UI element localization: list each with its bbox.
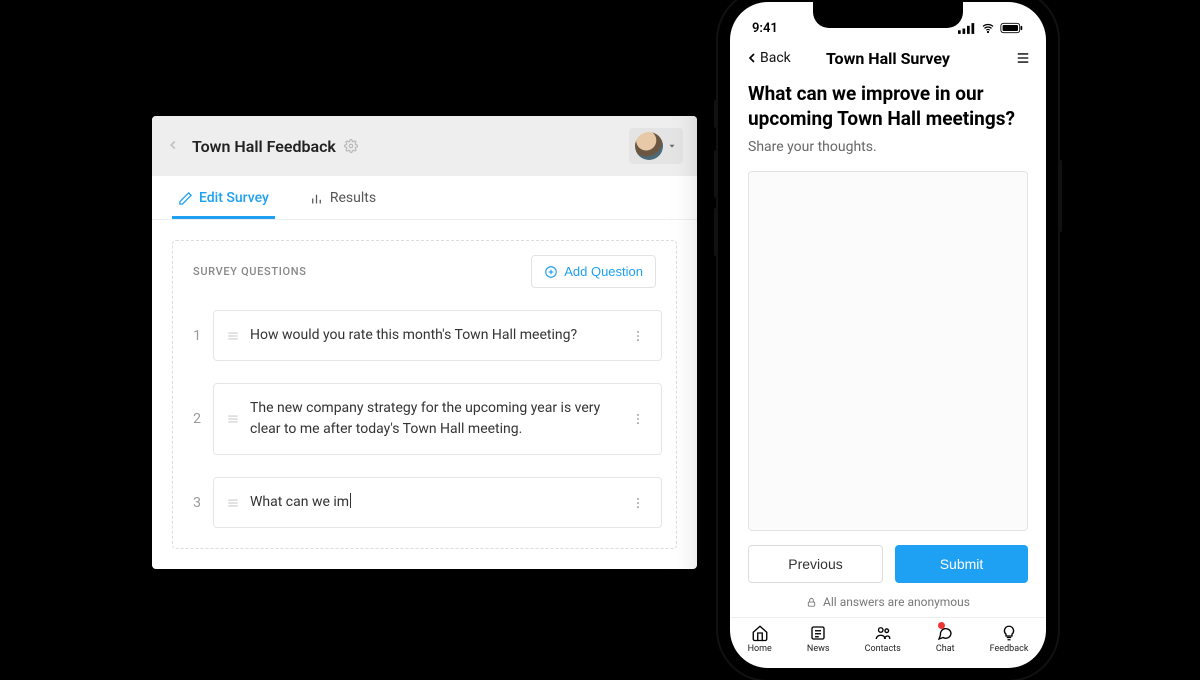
more-vertical-icon[interactable]: [625, 495, 651, 511]
phone-notch: [813, 2, 963, 28]
tab-contacts[interactable]: Contacts: [865, 624, 901, 654]
drag-handle-icon[interactable]: [226, 412, 240, 426]
page-title: Town Hall Feedback: [192, 137, 336, 156]
battery-icon: [1000, 22, 1024, 34]
question-row: 3 What can we im: [187, 477, 662, 528]
phone-side-button: [1058, 160, 1062, 232]
hamburger-icon[interactable]: [1014, 51, 1032, 65]
signal-icon: [958, 23, 976, 34]
tab-label: Feedback: [990, 644, 1029, 654]
tab-label: Edit Survey: [199, 190, 269, 206]
more-vertical-icon[interactable]: [625, 328, 651, 344]
anonymous-note: All answers are anonymous: [748, 595, 1028, 609]
submit-label: Submit: [940, 556, 984, 572]
answer-textarea[interactable]: [748, 171, 1028, 531]
avatar: [635, 132, 663, 160]
contacts-icon: [874, 624, 892, 642]
phone-nav: Back Town Hall Survey: [730, 42, 1046, 78]
survey-hint: Share your thoughts.: [748, 139, 1028, 155]
tab-edit-survey[interactable]: Edit Survey: [172, 176, 275, 219]
chevron-left-icon[interactable]: [166, 138, 182, 154]
drag-handle-icon[interactable]: [226, 329, 240, 343]
submit-button[interactable]: Submit: [895, 545, 1028, 583]
wifi-icon: [980, 22, 996, 34]
tab-label: Results: [330, 190, 376, 206]
previous-button[interactable]: Previous: [748, 545, 883, 583]
question-number: 2: [187, 411, 201, 427]
phone-side-button: [714, 150, 718, 198]
question-number: 1: [187, 328, 201, 344]
add-question-label: Add Question: [564, 264, 643, 279]
phone-screen: 9:41 Back Town Hall Survey: [730, 2, 1046, 668]
tab-home[interactable]: Home: [748, 624, 772, 654]
question-number: 3: [187, 495, 201, 511]
tab-label: Chat: [936, 644, 955, 654]
section-title: SURVEY QUESTIONS: [193, 265, 307, 278]
question-text: The new company strategy for the upcomin…: [250, 398, 625, 440]
tab-label: Home: [748, 644, 772, 654]
back-label: Back: [760, 50, 791, 66]
feedback-icon: [1000, 624, 1018, 642]
phone-content: What can we improve in our upcoming Town…: [730, 78, 1046, 617]
tab-label: News: [807, 644, 830, 654]
question-row: 2 The new company strategy for the upcom…: [187, 383, 662, 455]
question-row: 1 How would you rate this month's Town H…: [187, 310, 662, 361]
more-vertical-icon[interactable]: [625, 411, 651, 427]
survey-question: What can we improve in our upcoming Town…: [748, 82, 1028, 131]
notification-badge: [938, 622, 945, 629]
question-card[interactable]: The new company strategy for the upcomin…: [213, 383, 662, 455]
add-question-button[interactable]: Add Question: [531, 255, 656, 288]
survey-editor-panel: Town Hall Feedback Edit Survey Results: [152, 116, 697, 569]
editor-header: Town Hall Feedback: [152, 116, 697, 176]
news-icon: [809, 624, 827, 642]
user-menu[interactable]: [629, 128, 683, 164]
pencil-icon: [178, 191, 193, 206]
back-button[interactable]: Back: [744, 50, 791, 66]
question-text: What can we im: [250, 492, 625, 513]
phone-side-button: [714, 208, 718, 256]
tab-results[interactable]: Results: [303, 176, 382, 219]
questions-container: SURVEY QUESTIONS Add Question 1 How woul…: [172, 240, 677, 549]
tab-label: Contacts: [865, 644, 901, 654]
tab-bar: Edit Survey Results: [152, 176, 697, 220]
gear-icon[interactable]: [344, 139, 358, 153]
plus-circle-icon: [544, 265, 558, 279]
tab-news[interactable]: News: [807, 624, 830, 654]
drag-handle-icon[interactable]: [226, 496, 240, 510]
question-card[interactable]: How would you rate this month's Town Hal…: [213, 310, 662, 361]
anonymous-text: All answers are anonymous: [823, 595, 970, 609]
phone-side-button: [714, 100, 718, 128]
phone-tabbar: Home News Contacts Chat: [730, 617, 1046, 668]
caret-down-icon: [667, 141, 677, 151]
home-icon: [751, 624, 769, 642]
bar-chart-icon: [309, 191, 324, 206]
question-card[interactable]: What can we im: [213, 477, 662, 528]
previous-label: Previous: [788, 556, 842, 572]
tab-chat[interactable]: Chat: [936, 624, 955, 654]
phone-mockup: 9:41 Back Town Hall Survey: [718, 0, 1058, 680]
tab-feedback[interactable]: Feedback: [990, 624, 1029, 654]
lock-icon: [806, 597, 817, 608]
status-time: 9:41: [752, 21, 778, 36]
question-text: How would you rate this month's Town Hal…: [250, 325, 625, 346]
